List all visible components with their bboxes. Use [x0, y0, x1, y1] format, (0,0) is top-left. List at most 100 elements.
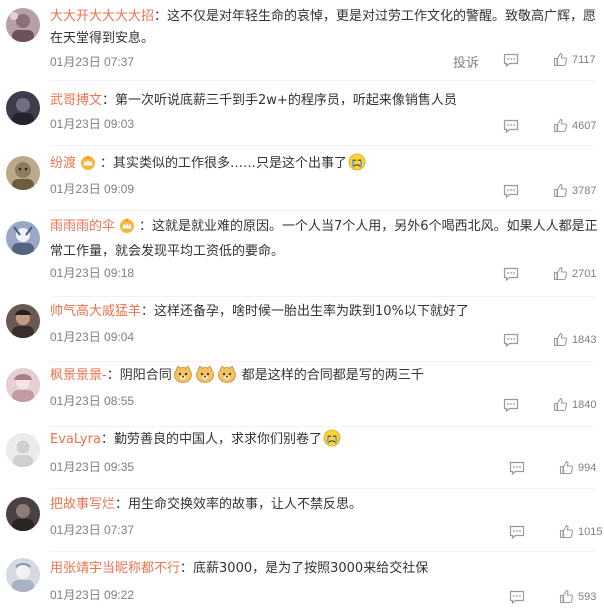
comment-username[interactable]: 雨雨雨的伞	[50, 219, 115, 234]
separator: ：	[106, 368, 120, 383]
like-button[interactable]: 3787	[553, 183, 596, 198]
thumbs-up-icon	[559, 460, 574, 475]
separator: ：	[102, 93, 116, 108]
thumbs-up-icon	[553, 183, 568, 198]
like-button[interactable]: 1843	[553, 332, 596, 347]
separator: ：	[154, 9, 168, 24]
comment-text: 第一次听说底薪三千到手2w+的程序员，听起来像销售人员	[115, 93, 457, 108]
comment-text: 用生命交换效率的故事，让人不禁反思。	[128, 497, 363, 512]
comment-item: 用张靖宇当昵称都不行：底薪3000，是为了按照3000来给交社保 01月23日 …	[0, 552, 604, 605]
avatar[interactable]	[6, 368, 40, 402]
like-count: 4607	[572, 119, 597, 132]
thumbs-up-icon	[553, 397, 568, 412]
comment-item: 帅气高大威猛羊：这样还备孕，啥时候一胎出生率为跌到10%以下就好了 01月23日…	[0, 297, 604, 363]
separator: ：	[141, 304, 155, 319]
comment-bubble-icon[interactable]	[509, 460, 525, 479]
comment-time: 01月23日 09:35	[50, 460, 135, 474]
comment-item: 武哥搏文：第一次听说底薪三千到手2w+的程序员，听起来像销售人员 01月23日 …	[0, 81, 604, 147]
comment-bubble-icon[interactable]	[509, 589, 525, 608]
avatar[interactable]	[6, 156, 40, 190]
comment-username[interactable]: 大大开大大大大招	[50, 9, 154, 24]
comment-username[interactable]: 帅气高大威猛羊	[50, 304, 141, 319]
like-count: 7117	[572, 53, 596, 66]
comment-item: 把故事写烂：用生命交换效率的故事，让人不禁反思。 01月23日 07:37 10…	[0, 489, 604, 552]
comment-text: 勤劳善良的中国人，求求你们别卷了	[113, 432, 322, 447]
comment-bubble-icon[interactable]	[503, 332, 519, 351]
comment-content: 大大开大大大大招：这不仅是对年轻生命的哀悼，更是对过劳工作文化的警醒。致敬高广辉…	[50, 6, 598, 50]
like-button[interactable]: 994	[559, 460, 600, 475]
crying-face-emoji	[323, 429, 341, 455]
comment-time: 01月23日 09:03	[50, 117, 135, 131]
comment-bubble-icon[interactable]	[503, 266, 519, 285]
like-count: 3787	[572, 184, 597, 197]
comment-content: 用张靖宇当昵称都不行：底薪3000，是为了按照3000来给交社保	[50, 558, 598, 580]
comment-time: 01月23日 09:04	[50, 330, 135, 344]
comment-username[interactable]: 用张靖宇当昵称都不行	[50, 561, 180, 576]
comment-content: 武哥搏文：第一次听说底薪三千到手2w+的程序员，听起来像销售人员	[50, 90, 598, 112]
separator: ：	[100, 432, 114, 447]
separator: ：	[139, 219, 153, 234]
like-button[interactable]: 7117	[553, 52, 596, 67]
comment-username[interactable]: 枫景景景-	[50, 368, 107, 383]
comment-time: 01月23日 09:09	[50, 182, 135, 196]
thumbs-up-icon	[559, 589, 574, 604]
comment-content: 雨雨雨的伞 ：这就是就业难的原因。一个人当7个人用，另外6个喝西北风。如果人人都是…	[50, 216, 598, 263]
separator: ：	[180, 561, 194, 576]
comment-content: EvaLyra：勤劳善良的中国人，求求你们别卷了	[50, 429, 598, 455]
comment-username[interactable]: 纷渡	[50, 156, 76, 171]
like-button[interactable]: 1015	[559, 524, 602, 539]
like-count: 1840	[572, 398, 597, 411]
thumbs-up-icon	[559, 524, 574, 539]
comment-text: 底薪3000，是为了按照3000来给交社保	[193, 561, 429, 576]
avatar[interactable]	[6, 8, 40, 42]
separator: ：	[115, 497, 129, 512]
avatar[interactable]	[6, 304, 40, 338]
comment-content: 帅气高大威猛羊：这样还备孕，啥时候一胎出生率为跌到10%以下就好了	[50, 301, 598, 323]
comment-bubble-icon[interactable]	[503, 118, 519, 137]
crown-badge-icon	[118, 217, 136, 241]
thumbs-up-icon	[553, 332, 568, 347]
avatar[interactable]	[6, 558, 40, 592]
comment-time: 01月23日 08:55	[50, 394, 135, 408]
like-count: 2701	[572, 267, 597, 280]
separator: ：	[100, 156, 114, 171]
comment-time: 01月23日 09:18	[50, 266, 135, 280]
comment-bubble-icon[interactable]	[509, 524, 525, 543]
comment-item: 大大开大大大大招：这不仅是对年轻生命的哀悼，更是对过劳工作文化的警醒。致敬高广辉…	[0, 0, 604, 81]
avatar[interactable]	[6, 433, 40, 467]
like-button[interactable]: 2701	[553, 266, 596, 281]
comment-username[interactable]: 把故事写烂	[50, 497, 115, 512]
like-count: 994	[578, 461, 597, 474]
comment-item: EvaLyra：勤劳善良的中国人，求求你们别卷了 01月23日 09:35 99…	[0, 427, 604, 489]
avatar[interactable]	[6, 91, 40, 125]
like-button[interactable]: 4607	[553, 118, 596, 133]
crown-badge-icon	[79, 154, 97, 178]
comment-bubble-icon[interactable]	[503, 52, 519, 71]
comment-content: 枫景景景-：阴阳合同 都是这样的合同都是写的两三千	[50, 365, 598, 391]
comment-item: 雨雨雨的伞 ：这就是就业难的原因。一个人当7个人用，另外6个喝西北风。如果人人都是…	[0, 211, 604, 297]
comment-username[interactable]: EvaLyra	[50, 432, 101, 447]
comment-content: 纷渡 ：其实类似的工作很多……只是这个出事了	[50, 153, 598, 179]
doge-emoji	[217, 365, 237, 391]
comment-content: 把故事写烂：用生命交换效率的故事，让人不禁反思。	[50, 494, 598, 516]
thumbs-up-icon	[553, 118, 568, 133]
like-count: 593	[578, 590, 597, 603]
thumbs-up-icon	[553, 52, 568, 67]
comment-time: 01月23日 07:37	[50, 523, 135, 537]
comment-username[interactable]: 武哥搏文	[50, 93, 102, 108]
comment-item: 纷渡 ：其实类似的工作很多……只是这个出事了 01月23日 09:09 3787	[0, 146, 604, 212]
doge-emoji	[173, 365, 193, 391]
like-button[interactable]: 593	[559, 589, 600, 604]
comment-time: 01月23日 09:22	[50, 588, 135, 602]
comment-bubble-icon[interactable]	[503, 397, 519, 416]
report-button[interactable]: 投诉	[453, 52, 479, 71]
comment-bubble-icon[interactable]	[503, 183, 519, 202]
thumbs-up-icon	[553, 266, 568, 281]
like-button[interactable]: 1840	[553, 397, 596, 412]
comment-text: 这样还备孕，啥时候一胎出生率为跌到10%以下就好了	[154, 304, 469, 319]
avatar[interactable]	[6, 221, 40, 255]
like-count: 1843	[572, 333, 597, 346]
like-count: 1015	[578, 525, 603, 538]
avatar[interactable]	[6, 497, 40, 531]
comment-text: 其实类似的工作很多……只是这个出事了	[113, 156, 348, 171]
